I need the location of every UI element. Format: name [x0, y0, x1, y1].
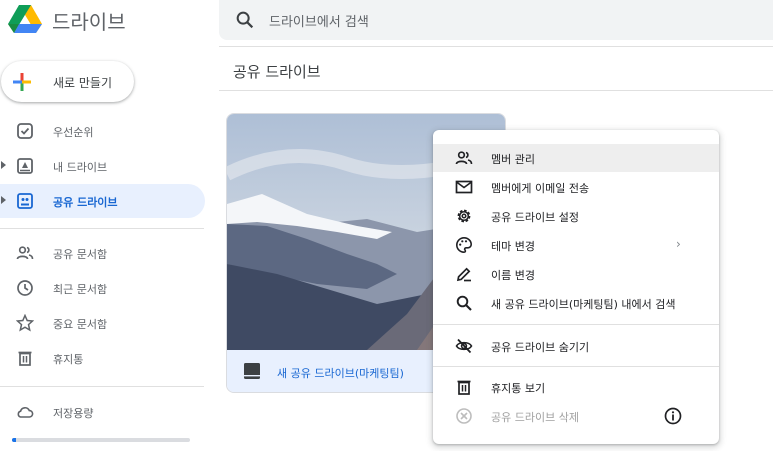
menu-item-manage-members[interactable]: 멤버 관리 — [433, 144, 719, 172]
menu-item-label: 새 공유 드라이브(마케팅팀) 내에서 검색 — [491, 298, 676, 311]
shared-drive-icon — [17, 193, 33, 209]
menu-item-label: 테마 변경 — [491, 240, 535, 253]
menu-item-label: 공유 드라이브 삭제 — [491, 411, 579, 424]
sidebar-item-starred[interactable]: 중요 문서함 — [0, 306, 205, 340]
sidebar-item-label: 저장용량 — [53, 407, 94, 420]
menu-divider — [433, 366, 719, 367]
expand-arrow-icon[interactable] — [1, 161, 6, 169]
storage-bar — [12, 438, 190, 442]
trash-icon — [18, 351, 32, 366]
search-icon — [456, 295, 472, 311]
pencil-icon — [456, 267, 471, 282]
trash-icon — [457, 380, 471, 395]
menu-item-change-theme[interactable]: 테마 변경 › — [433, 231, 719, 259]
my-drive-icon — [17, 158, 33, 174]
menu-item-label: 이름 변경 — [491, 269, 535, 282]
sidebar-item-trash[interactable]: 휴지통 — [0, 341, 205, 375]
sidebar-item-label: 내 드라이브 — [53, 161, 108, 174]
drive-logo-icon[interactable] — [8, 4, 42, 34]
sidebar-item-my-drive[interactable]: 내 드라이브 — [0, 149, 205, 183]
menu-divider — [433, 324, 719, 325]
sidebar-item-label: 공유 드라이브 — [53, 196, 118, 209]
sidebar-item-recent[interactable]: 최근 문서함 — [0, 271, 205, 305]
search-bar[interactable]: 드라이브에서 검색 — [219, 0, 773, 40]
menu-item-label: 휴지통 보기 — [491, 382, 546, 395]
eye-off-icon — [455, 338, 473, 354]
new-button-label: 새로 만들기 — [53, 76, 113, 90]
sidebar-item-label: 공유 문서함 — [53, 248, 108, 261]
new-button[interactable]: 새로 만들기 — [1, 61, 134, 102]
menu-item-rename[interactable]: 이름 변경 — [433, 260, 719, 288]
clock-icon — [17, 280, 33, 296]
drive-icon — [244, 363, 260, 379]
context-menu: 멤버 관리 멤버에게 이메일 전송 공유 드라이브 설정 테마 변경 › 이름 … — [433, 130, 719, 444]
sidebar-divider — [0, 228, 204, 229]
sidebar-item-shared-drives[interactable]: 공유 드라이브 — [0, 184, 205, 218]
menu-item-email-members[interactable]: 멤버에게 이메일 전송 — [433, 173, 719, 201]
check-box-icon — [17, 123, 33, 139]
sidebar-item-label: 중요 문서함 — [53, 318, 108, 331]
palette-icon — [456, 236, 473, 254]
menu-item-view-trash[interactable]: 휴지통 보기 — [433, 373, 719, 401]
search-icon[interactable] — [234, 9, 256, 31]
sidebar-item-label: 최근 문서함 — [53, 283, 108, 296]
plus-icon — [13, 73, 31, 91]
chevron-right-icon: › — [676, 237, 681, 251]
storage-bar-fill — [12, 438, 16, 442]
sidebar-item-storage[interactable]: 저장용량 — [0, 395, 205, 429]
sidebar-item-label: 휴지통 — [53, 353, 84, 366]
app-header: 드라이브 드라이브에서 검색 — [0, 0, 773, 46]
menu-item-hide-drive[interactable]: 공유 드라이브 숨기기 — [433, 332, 719, 360]
menu-item-label: 공유 드라이브 숨기기 — [491, 341, 590, 354]
app-title[interactable]: 드라이브 — [52, 6, 126, 35]
main-divider — [219, 90, 773, 91]
people-icon — [16, 246, 34, 260]
sidebar-item-label: 우선순위 — [53, 126, 94, 139]
search-input[interactable]: 드라이브에서 검색 — [269, 11, 369, 30]
cloud-icon — [17, 406, 34, 418]
menu-item-label: 멤버에게 이메일 전송 — [491, 182, 590, 195]
gear-icon — [457, 209, 471, 223]
menu-item-label: 공유 드라이브 설정 — [491, 211, 579, 224]
sidebar-divider — [0, 386, 204, 387]
info-icon[interactable] — [663, 406, 683, 426]
page-title: 공유 드라이브 — [233, 63, 321, 81]
expand-arrow-icon[interactable] — [1, 196, 6, 204]
sidebar-item-shared-with-me[interactable]: 공유 문서함 — [0, 236, 205, 270]
star-icon — [16, 314, 34, 332]
people-icon — [455, 151, 473, 165]
menu-item-drive-settings[interactable]: 공유 드라이브 설정 — [433, 202, 719, 230]
remove-circle-icon — [456, 408, 472, 424]
sidebar-item-priority[interactable]: 우선순위 — [0, 114, 205, 148]
menu-item-delete-drive: 공유 드라이브 삭제 — [433, 402, 719, 430]
drive-name: 새 공유 드라이브(마케팅팀) — [277, 367, 404, 380]
mail-icon — [455, 180, 473, 194]
header-divider — [219, 46, 773, 47]
menu-item-label: 멤버 관리 — [491, 153, 535, 166]
menu-item-search-within[interactable]: 새 공유 드라이브(마케팅팀) 내에서 검색 — [433, 289, 719, 317]
